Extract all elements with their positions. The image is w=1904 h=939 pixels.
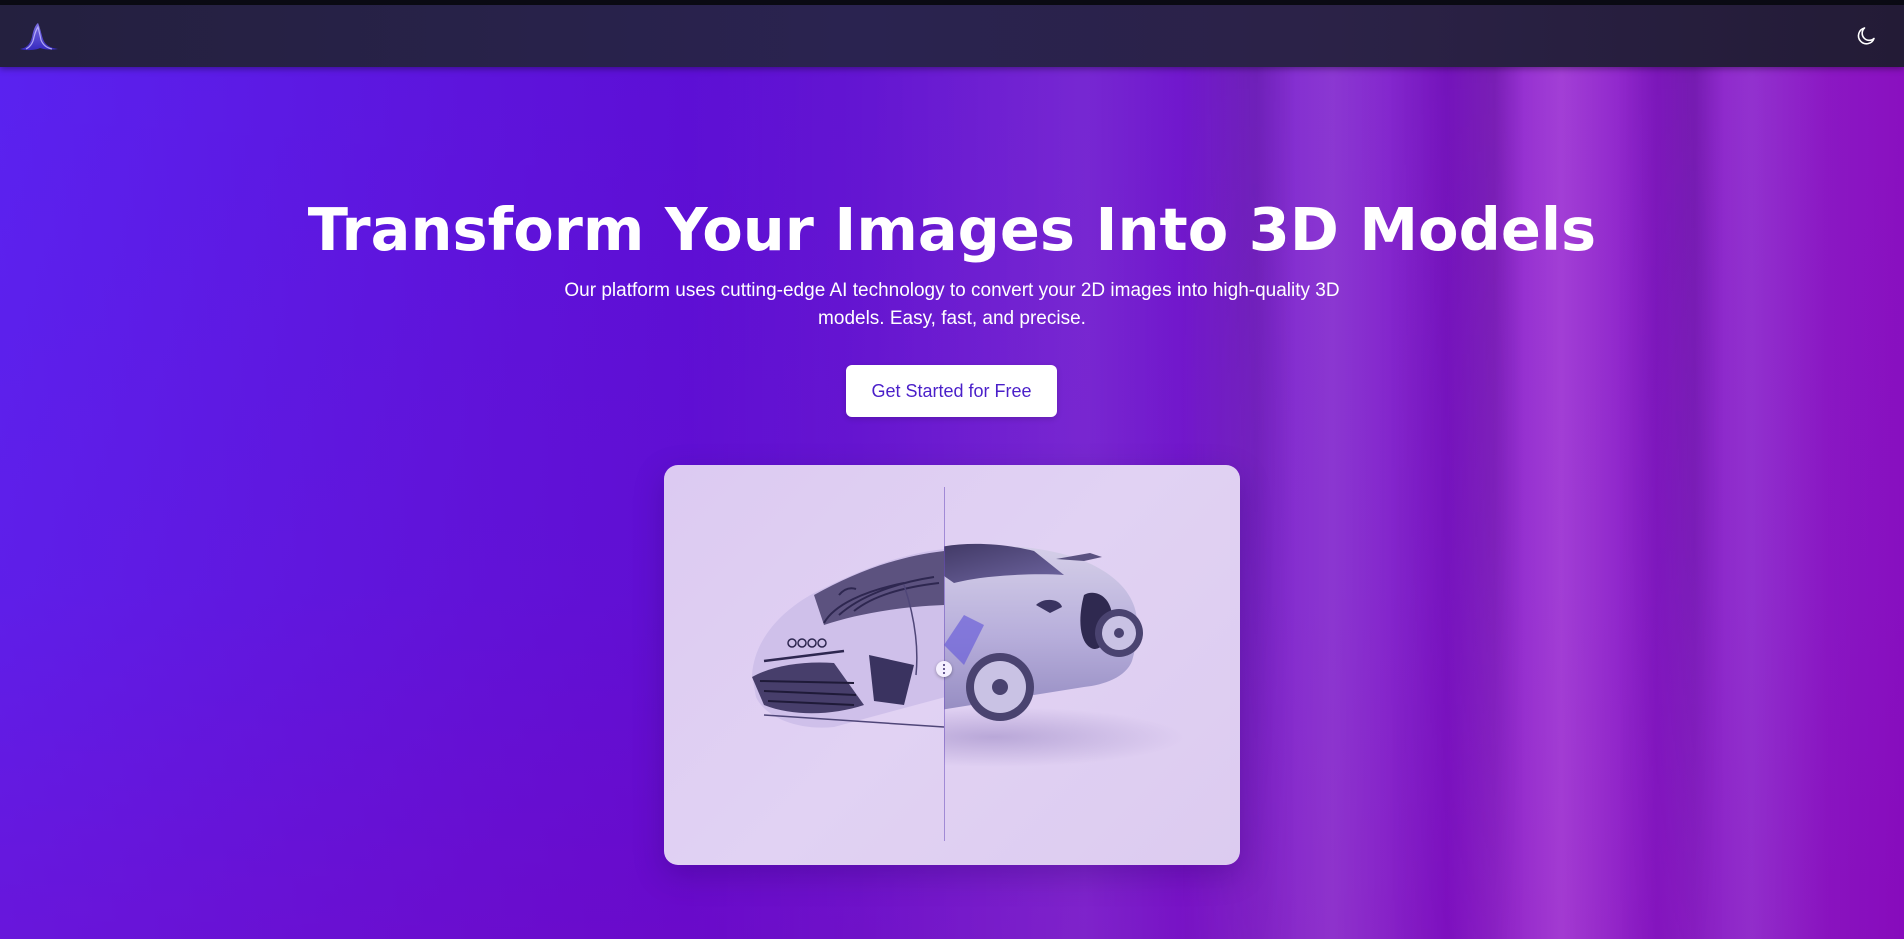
before-after-comparison[interactable]: [664, 465, 1240, 865]
hero-section: Transform Your Images Into 3D Models Our…: [0, 67, 1904, 939]
hero-title: Transform Your Images Into 3D Models: [307, 195, 1597, 264]
hero-subtitle: Our platform uses cutting-edge AI techno…: [564, 280, 1340, 329]
get-started-button[interactable]: Get Started for Free: [846, 365, 1057, 417]
comparison-slider-handle[interactable]: [936, 661, 952, 677]
car-comparison-image: [752, 543, 1184, 767]
mountain-wave-logo-icon[interactable]: [18, 21, 60, 53]
moon-icon: [1857, 27, 1875, 45]
theme-toggle-button[interactable]: [1854, 24, 1878, 48]
navbar: [0, 5, 1904, 67]
vertical-dots-icon: [943, 664, 945, 666]
